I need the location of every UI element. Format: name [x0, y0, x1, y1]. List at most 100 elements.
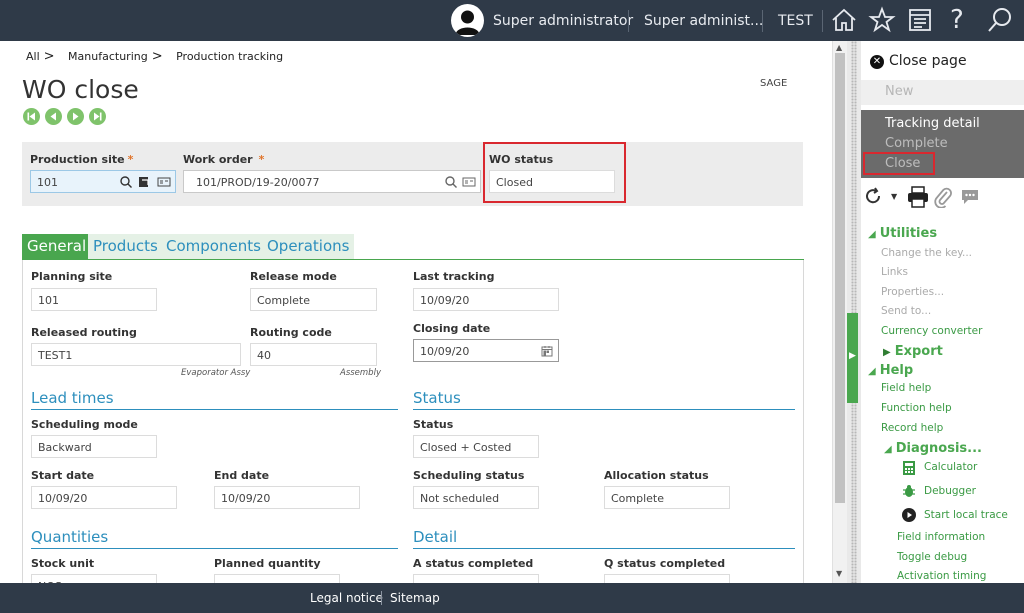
divider [413, 409, 795, 410]
search-icon[interactable] [444, 175, 458, 189]
record-help-link[interactable]: Record help [881, 422, 943, 434]
right-action-panel: ✕ Close page New Tracking detail Complete… [861, 41, 1024, 583]
quantities-section-title: Quantities [31, 528, 109, 546]
help-section[interactable]: ◢ Help [868, 363, 913, 378]
details-card-icon[interactable] [157, 175, 171, 189]
debugger-icon [902, 484, 916, 501]
expanded-triangle-icon: ◢ [884, 444, 892, 455]
function-help-link[interactable]: Function help [881, 402, 952, 414]
production-site-field[interactable]: 101 [30, 170, 176, 193]
currency-converter-link[interactable]: Currency converter [881, 325, 982, 337]
field-information-link[interactable]: Field information [897, 531, 985, 543]
last-record-icon[interactable] [89, 108, 106, 125]
main-content: All > Manufacturing > Production tracking … [0, 41, 832, 583]
field-help-link[interactable]: Field help [881, 382, 931, 394]
page-title: WO close [22, 75, 139, 104]
scrollbar-thumb[interactable] [835, 53, 845, 503]
divider [762, 10, 763, 32]
stock-unit-field: NOS [31, 574, 157, 583]
collapse-panel-button[interactable]: ▶ [847, 313, 858, 403]
collapse-arrow-icon: ▶ [849, 351, 856, 361]
properties-item: Properties... [881, 286, 945, 298]
grip-dots [851, 41, 857, 583]
complete-action[interactable]: Complete [885, 136, 948, 151]
scheduling-status-label: Scheduling status [413, 469, 525, 482]
scroll-up-icon[interactable]: ▲ [836, 43, 842, 52]
breadcrumb-manufacturing[interactable]: Manufacturing [68, 50, 148, 63]
close-page-button[interactable]: ✕ Close page [870, 53, 967, 69]
allocation-status-field: Complete [604, 486, 730, 509]
tab-operations[interactable]: Operations [262, 234, 355, 259]
breadcrumb-separator: > [43, 49, 55, 64]
planning-site-field: 101 [31, 288, 157, 311]
release-mode-label: Release mode [250, 270, 337, 283]
attachment-icon[interactable] [933, 186, 953, 211]
q-status-completed-field [604, 574, 730, 583]
send-to-item: Send to... [881, 305, 932, 317]
next-record-icon[interactable] [67, 108, 84, 125]
home-icon[interactable] [830, 6, 858, 34]
a-status-completed-label: A status completed [413, 557, 534, 570]
document-icon[interactable] [906, 6, 934, 34]
breadcrumb-all[interactable]: All [26, 50, 40, 63]
comment-icon[interactable] [959, 187, 981, 210]
scroll-down-icon[interactable]: ▼ [836, 569, 842, 578]
print-icon[interactable] [906, 186, 930, 211]
previous-record-icon[interactable] [45, 108, 62, 125]
collapsed-triangle-icon: ▶ [883, 347, 891, 358]
breadcrumb: All > Manufacturing > Production tracking [26, 49, 287, 64]
production-site-label: Production site * [30, 153, 134, 166]
highlight-box [863, 152, 935, 175]
work-order-field[interactable]: 101/PROD/19-20/0077 [183, 170, 481, 193]
user-avatar-icon[interactable] [451, 4, 484, 37]
detail-section-title: Detail [413, 528, 458, 546]
main-scrollbar[interactable]: ▲ ▼ [832, 41, 847, 583]
divider [31, 409, 398, 410]
start-date-field: 10/09/20 [31, 486, 177, 509]
chevron-down-icon[interactable]: ▼ [891, 192, 897, 201]
open-record-icon[interactable] [137, 175, 151, 189]
sitemap-link[interactable]: Sitemap [390, 591, 440, 605]
closing-date-label: Closing date [413, 322, 491, 335]
tab-products[interactable]: Products [88, 234, 163, 259]
tab-general[interactable]: General [22, 234, 92, 259]
routing-code-label: Routing code [250, 326, 332, 339]
tab-components[interactable]: Components [161, 234, 266, 259]
refresh-icon[interactable] [863, 186, 883, 209]
calculator-link[interactable]: Calculator [924, 461, 977, 473]
role-selector[interactable]: Super administ... [644, 13, 763, 29]
first-record-icon[interactable] [23, 108, 40, 125]
panel-toolbar: ▼ [861, 186, 1024, 210]
export-section[interactable]: ▶ Export [883, 344, 943, 359]
debugger-link[interactable]: Debugger [924, 485, 976, 497]
diagnosis-section[interactable]: ◢ Diagnosis... [884, 441, 982, 456]
utilities-section[interactable]: ◢ Utilities [868, 226, 937, 241]
legal-notice-link[interactable]: Legal notice [310, 591, 383, 605]
panel-resize-handle[interactable]: ▶ [847, 41, 861, 583]
search-icon[interactable] [986, 6, 1014, 34]
released-routing-description: Evaporator Assy [181, 368, 251, 378]
footer: Legal notice Sitemap [0, 583, 1024, 613]
user-name[interactable]: Super administrator [493, 13, 633, 29]
closing-date-field[interactable]: 10/09/20 [413, 339, 559, 362]
details-card-icon[interactable] [462, 175, 476, 189]
breadcrumb-production-tracking[interactable]: Production tracking [176, 50, 283, 63]
released-routing-label: Released routing [31, 326, 137, 339]
top-bar: Super administrator Super administ... TE… [0, 0, 1024, 41]
star-icon[interactable] [868, 6, 896, 34]
folder-selector[interactable]: TEST [778, 13, 813, 29]
released-routing-field: TEST1 [31, 343, 241, 366]
start-local-trace-link[interactable]: Start local trace [924, 509, 1008, 521]
search-icon[interactable] [119, 175, 133, 189]
tracking-detail-action[interactable]: Tracking detail [885, 116, 980, 131]
status-section-title: Status [413, 389, 461, 407]
divider [381, 591, 382, 605]
help-icon[interactable]: ? [950, 6, 978, 34]
activation-timing-link[interactable]: Activation timing [897, 570, 986, 582]
toggle-debug-link[interactable]: Toggle debug [897, 551, 967, 563]
planned-quantity-field [214, 574, 340, 583]
calendar-icon[interactable] [540, 344, 554, 358]
play-icon [902, 508, 916, 525]
breadcrumb-separator: > [151, 49, 163, 64]
routing-code-field: 40 [250, 343, 377, 366]
